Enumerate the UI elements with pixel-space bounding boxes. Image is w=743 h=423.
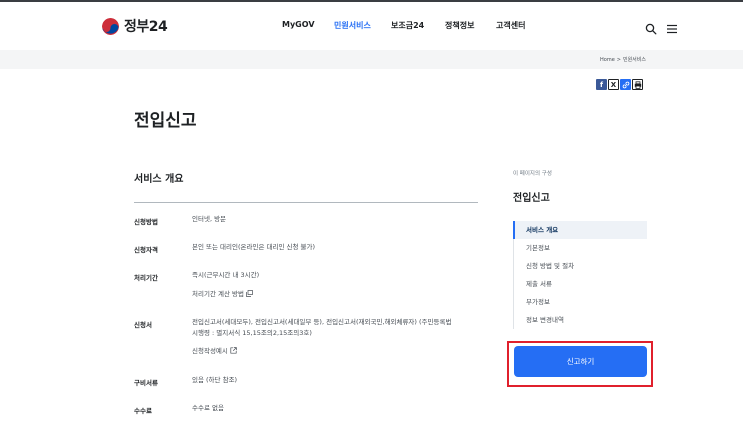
side-caption: 이 페이지의 구성 (513, 171, 552, 177)
processing-time-calc-label: 처리기간 계산 방법 (192, 290, 244, 298)
breadcrumb-current[interactable]: 민원서비스 (623, 57, 646, 63)
row-value-application-form-line1: 전입신고서(세대모두), 전입신고서(세대일부 등), 전입신고서(재외국민,해… (192, 318, 452, 326)
menu-icon[interactable] (666, 20, 678, 34)
search-icon[interactable] (645, 20, 657, 35)
row-value-eligibility: 본인 또는 대리인(온라인은 대리인 신청 불가) (192, 243, 316, 251)
toc-item-additional-info[interactable]: 부가정보 (513, 293, 647, 311)
toc-item-procedure[interactable]: 신청 방법 및 절차 (513, 257, 647, 275)
row-value-required-documents: 있음 (하단 참조) (192, 376, 238, 384)
main-navigation: MyGOV 민원서비스 보조금24 정책정보 고객센터 (0, 20, 743, 34)
nav-item-customer-center[interactable]: 고객센터 (496, 20, 525, 31)
row-label-processing-time: 처리기간 (134, 274, 158, 282)
share-toolbar: f X (596, 79, 644, 90)
row-label-required-documents: 구비서류 (134, 379, 158, 387)
row-label-fee: 수수료 (134, 407, 152, 415)
breadcrumb-bar: Home > 민원서비스 (0, 50, 743, 69)
row-label-application-form: 신청서 (134, 321, 152, 329)
nav-item-civil-service[interactable]: 민원서비스 (334, 20, 371, 31)
breadcrumb-separator: > (616, 57, 621, 63)
breadcrumb-home[interactable]: Home (600, 57, 615, 63)
nav-item-policy-info[interactable]: 정책정보 (445, 20, 474, 31)
popup-icon (246, 290, 253, 297)
facebook-icon[interactable]: f (596, 79, 607, 90)
breadcrumb: Home > 민원서비스 (600, 56, 646, 63)
toc-item-basic-info[interactable]: 기본정보 (513, 239, 647, 257)
nav-item-mygov[interactable]: MyGOV (282, 20, 315, 29)
row-label-application-method: 신청방법 (134, 218, 158, 226)
nav-item-subsidy24[interactable]: 보조금24 (391, 20, 424, 31)
x-icon[interactable]: X (608, 79, 619, 90)
external-link-icon (230, 347, 237, 354)
site-header: 정부24 MyGOV 민원서비스 보조금24 정책정보 고객센터 (0, 2, 743, 50)
row-label-eligibility: 신청자격 (134, 246, 158, 254)
row-value-application-form-line2: 시행령 : 별지서식 15,15조의2,15조의3호) (192, 329, 312, 337)
toc-item-documents[interactable]: 제출 서류 (513, 275, 647, 293)
report-button[interactable]: 신고하기 (514, 346, 647, 377)
section-divider (134, 202, 478, 203)
toc-item-overview[interactable]: 서비스 개요 (513, 221, 647, 239)
link-icon[interactable] (620, 79, 631, 90)
application-example-link[interactable]: 신청작성예시 (192, 346, 237, 357)
page-title: 전입신고 (134, 111, 197, 131)
print-icon[interactable] (632, 79, 643, 90)
side-title: 전입신고 (513, 193, 550, 204)
row-value-fee: 수수료 없음 (192, 404, 224, 412)
processing-time-calc-link[interactable]: 처리기간 계산 방법 (192, 289, 253, 300)
application-example-label: 신청작성예시 (192, 347, 228, 355)
row-value-application-method: 인터넷, 방문 (192, 215, 227, 223)
section-title: 서비스 개요 (134, 174, 184, 185)
row-value-processing-time: 즉시(근무시간 내 3시간) (192, 271, 260, 279)
toc-item-change-history[interactable]: 정보 변경내역 (513, 311, 647, 329)
page-toc: 서비스 개요 기본정보 신청 방법 및 절차 제출 서류 부가정보 정보 변경내… (513, 221, 647, 329)
